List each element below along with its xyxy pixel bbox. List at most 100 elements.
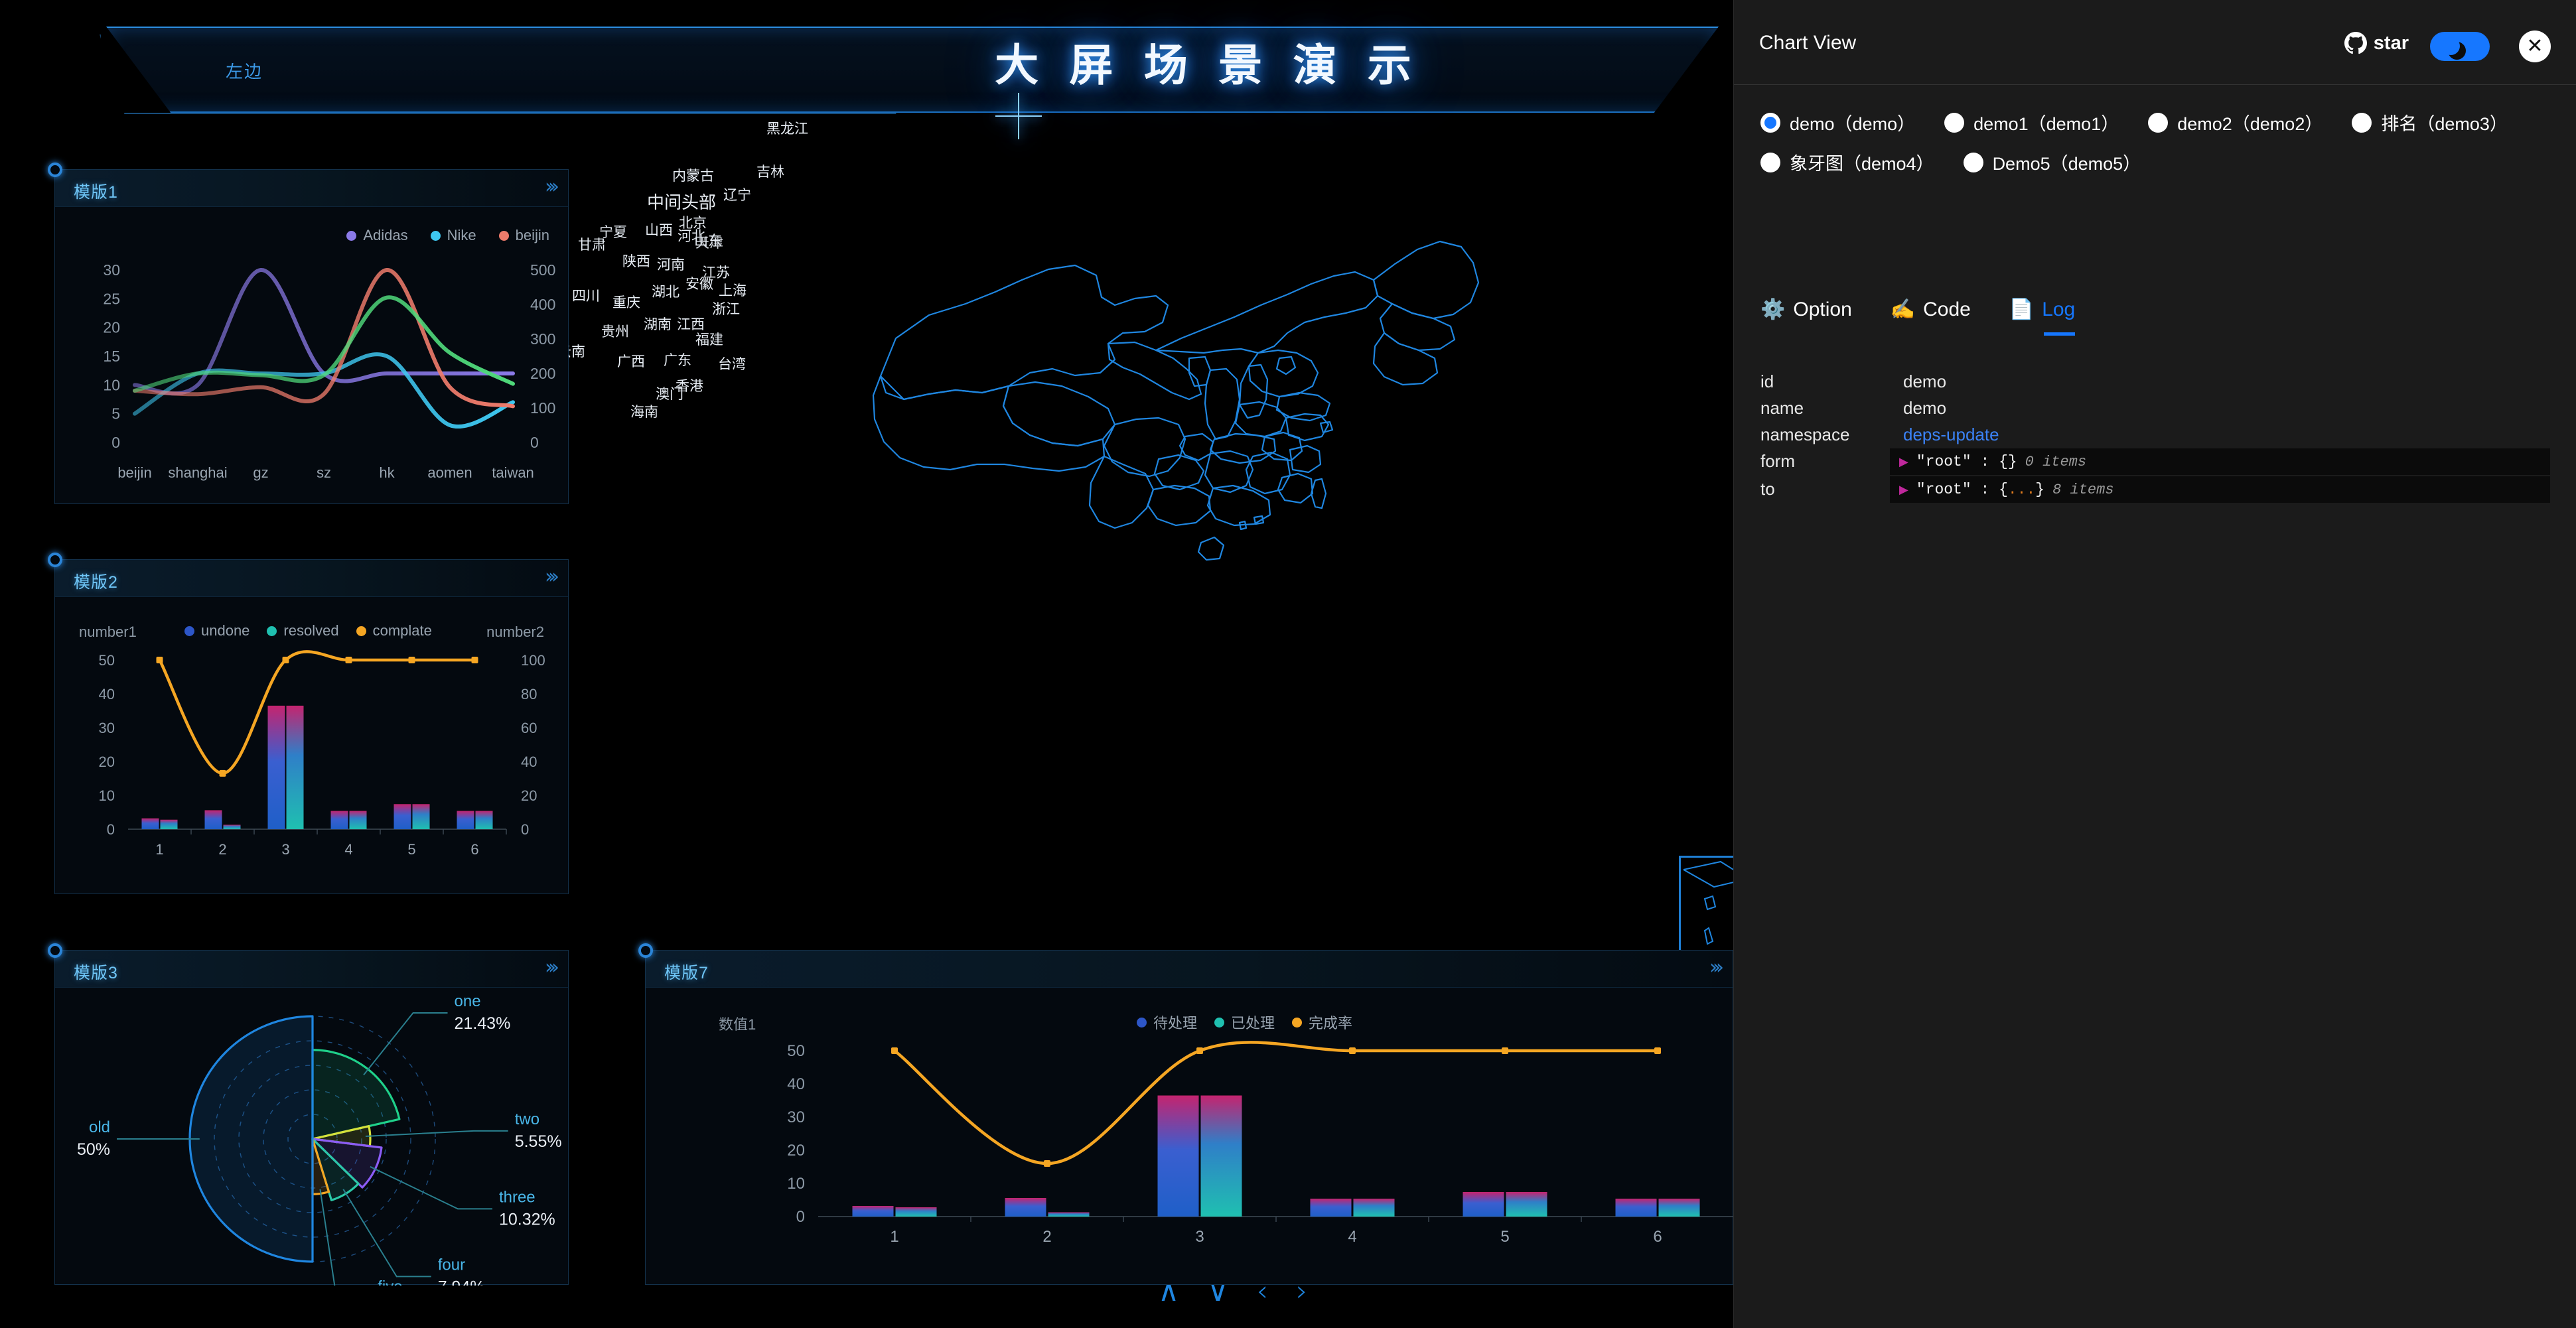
radio-indicator[interactable] [1944, 112, 1965, 133]
legend-swatch [1292, 1017, 1303, 1028]
demo-radio-2[interactable]: demo2（demo2） [2148, 109, 2323, 135]
svg-text:4: 4 [344, 841, 352, 858]
tab-option[interactable]: ⚙️ Option [1760, 299, 1852, 336]
svg-text:four: four [438, 1256, 465, 1274]
radio-indicator[interactable] [2148, 112, 2169, 133]
svg-text:20: 20 [521, 787, 537, 804]
json-tree-to[interactable]: ▶ "root" : {...} 8 items [1890, 476, 2550, 503]
log-row-namespace: namespace deps-update [1760, 425, 2550, 451]
chart3-rose-plot: one 21.43% two 5.55% three 10.32% four 7.94% fiv… [77, 992, 562, 1318]
panel-card-moban2[interactable]: 模版2 ››› number1 number2 undone resolved co… [48, 553, 569, 894]
legend-swatch [267, 626, 277, 636]
panel-header: Chart View star ✕ [1734, 0, 2576, 85]
card-header: 模版1 ››› [48, 163, 568, 207]
legend-swatch [430, 230, 441, 241]
svg-text:30: 30 [787, 1108, 805, 1126]
card-body: 数值1 待处理 已处理 完成率 0 10 20 30 40 50 1 2 3 4 5 6 [646, 988, 1733, 1284]
header-left-label[interactable]: 左边 [226, 58, 263, 83]
radio-label: demo2（demo2） [2177, 114, 2323, 134]
log-row-id: id demo [1760, 371, 2550, 398]
svg-text:3: 3 [1195, 1228, 1204, 1246]
card-body: one 21.43% two 5.55% three 10.32% four 7.94% fiv… [55, 988, 568, 1318]
chart1-legend-item[interactable]: Nike [430, 227, 476, 244]
tab-log[interactable]: 📄 Log [2009, 299, 2076, 336]
chart2-legend-item[interactable]: undone [184, 622, 250, 639]
legend-swatch [356, 626, 366, 636]
china-map[interactable]: 黑龙江吉林辽宁内蒙古新疆北京河北天津宁夏甘肃山西山东青海陕西河南江苏安徽上海西藏… [455, 121, 1732, 955]
radio-indicator[interactable] [1760, 152, 1780, 172]
map-label-黑龙江: 黑龙江 [766, 121, 808, 137]
panel-card-moban7[interactable]: 模版7 ››› 数值1 待处理 已处理 完成率 0 10 20 30 40 50 1 2 3 4 5 6 [638, 943, 1733, 1285]
json-tree-form[interactable]: ▶ "root" : {} 0 items [1890, 448, 2550, 475]
card-title: 模版1 [74, 183, 118, 202]
demo-radio-1[interactable]: demo1（demo1） [1944, 109, 2119, 135]
legend-label: 已处理 [1231, 1015, 1275, 1031]
radio-label: demo1（demo1） [1973, 114, 2119, 134]
svg-text:taiwan: taiwan [492, 464, 534, 481]
log-namespace-link[interactable]: deps-update [1903, 425, 1999, 445]
svg-text:50%: 50% [77, 1140, 110, 1159]
chart7-legend-item[interactable]: 完成率 [1292, 1012, 1352, 1033]
svg-text:3: 3 [281, 841, 289, 858]
demo-radio-4[interactable]: 象牙图（demo4） [1760, 149, 1934, 175]
chart1-legend: Adidas Nike beijin [346, 227, 549, 244]
close-button[interactable]: ✕ [2519, 31, 2551, 62]
legend-label: resolved [283, 622, 339, 639]
svg-text:15: 15 [103, 348, 120, 365]
legend-swatch [1214, 1017, 1225, 1028]
svg-text:50: 50 [99, 652, 115, 669]
radio-indicator[interactable] [1963, 152, 1983, 172]
svg-text:40: 40 [787, 1075, 805, 1093]
log-key: namespace [1760, 425, 1850, 444]
map-label-重庆: 重庆 [612, 295, 640, 310]
chart1-plot: 0510152025300100200300400500beijin shangh… [103, 261, 555, 481]
dashboard-header: 左边 大 屏 场 景 演 示 [0, 0, 1733, 139]
chart2-left-axis-name: number1 [79, 624, 137, 640]
panel-card-moban1[interactable]: 模版1 ››› Adidas Nike beijin 0 5 10 15 20 25 30 0 10… [48, 163, 569, 504]
log-key: name [1760, 398, 1804, 418]
chart1-legend-item[interactable]: Adidas [346, 227, 408, 244]
svg-text:21.43%: 21.43% [455, 1014, 511, 1033]
radio-indicator[interactable] [1760, 112, 1780, 133]
chart2-legend-item[interactable]: complate [356, 622, 432, 639]
svg-text:100: 100 [530, 399, 555, 417]
legend-label: complate [372, 622, 432, 639]
panel-card-moban3[interactable]: 模版3 ››› one 21.43% two 5.55% three 10.32% four… [48, 943, 569, 1318]
map-label-台湾: 台湾 [718, 357, 746, 372]
radio-indicator[interactable] [2352, 112, 2372, 133]
github-icon [2344, 32, 2367, 54]
chart2-legend-item[interactable]: resolved [267, 622, 339, 639]
svg-text:7.94%: 7.94% [438, 1278, 485, 1286]
chart7-left-axis-name: 数值1 [719, 1016, 756, 1033]
demo-radio-5[interactable]: Demo5（demo5） [1963, 149, 2141, 175]
log-key: id [1760, 371, 1774, 391]
svg-text:80: 80 [521, 686, 537, 702]
chart1-legend-item[interactable]: beijin [498, 227, 549, 244]
map-label-内蒙古: 内蒙古 [672, 168, 714, 184]
svg-text:0: 0 [107, 821, 115, 838]
panel-title: Chart View [1759, 32, 1857, 54]
chart7-legend-item[interactable]: 待处理 [1137, 1012, 1197, 1033]
demo-radio-0[interactable]: demo（demo） [1760, 109, 1915, 135]
dark-mode-toggle[interactable] [2430, 32, 2490, 61]
tab-code[interactable]: ✍️ Code [1891, 299, 1971, 336]
svg-text:20: 20 [787, 1142, 805, 1160]
github-star-link[interactable]: star [2344, 32, 2409, 54]
china-map-svg [872, 240, 1480, 561]
chevrons-icon[interactable]: ››› [545, 565, 559, 588]
expander-icon[interactable]: ▶ [1899, 456, 1908, 468]
chevrons-icon[interactable]: ››› [545, 175, 559, 198]
chart7-legend-item[interactable]: 已处理 [1214, 1012, 1275, 1033]
corner-dot-icon [48, 163, 62, 177]
svg-text:40: 40 [99, 686, 115, 702]
demo-radio-3[interactable]: 排名（demo3） [2352, 109, 2508, 135]
svg-text:30: 30 [103, 261, 120, 279]
map-label-澳门: 澳门 [656, 387, 683, 402]
page-title: 大 屏 场 景 演 示 [995, 40, 1421, 90]
legend-label: 完成率 [1309, 1015, 1353, 1031]
chevrons-icon[interactable]: ››› [1709, 956, 1724, 979]
card-title: 模版7 [664, 964, 709, 982]
svg-text:shanghai: shanghai [168, 464, 227, 481]
chevrons-icon[interactable]: ››› [545, 956, 559, 979]
expander-icon[interactable]: ▶ [1899, 484, 1908, 496]
